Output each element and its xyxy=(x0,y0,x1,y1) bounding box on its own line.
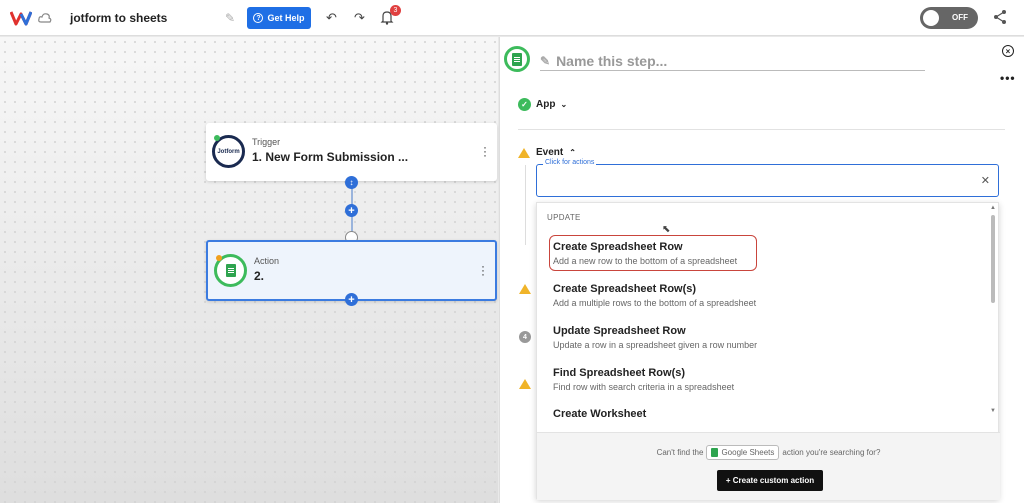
app-logo-icon[interactable] xyxy=(10,10,32,26)
action-search-input[interactable]: Click for actions ✕ xyxy=(536,159,999,197)
cant-find-text: Can't find the Google Sheets action you'… xyxy=(537,445,1000,460)
action-option-update-row[interactable]: Update Spreadsheet Row Update a row in a… xyxy=(553,325,757,350)
option-subtitle: Find row with search criteria in a sprea… xyxy=(553,382,735,392)
action-type-label: Action xyxy=(254,256,280,266)
warning-dot xyxy=(216,255,222,261)
app-chip-label: Google Sheets xyxy=(721,448,775,457)
trigger-type-label: Trigger xyxy=(252,137,281,147)
app-section-toggle[interactable]: ✓ App ⌄ xyxy=(518,98,567,111)
toggle-knob xyxy=(923,10,939,26)
workflow-toggle[interactable]: OFF xyxy=(920,7,978,29)
action-input-label: Click for actions xyxy=(543,159,597,166)
add-step-button[interactable]: + xyxy=(345,204,358,217)
option-title: Create Spreadsheet Row xyxy=(553,241,683,253)
step-config-panel: ✎ Name this step... × ••• ✓ App ⌄ Event … xyxy=(499,37,1024,503)
action-title: 2. xyxy=(254,269,265,283)
create-custom-action-button[interactable]: + Create custom action xyxy=(717,470,823,491)
trigger-title: 1. New Form Submission ... xyxy=(252,150,409,164)
option-title: Create Worksheet xyxy=(553,408,647,420)
drag-handle-icon[interactable]: ↕ xyxy=(345,176,358,189)
chevron-up-icon: ⌃ xyxy=(569,148,576,157)
event-section-label: Event xyxy=(536,147,564,158)
cant-find-prefix: Can't find the xyxy=(656,448,704,457)
mouse-cursor-icon: ⬉ xyxy=(662,224,671,235)
option-subtitle: Add a multiple rows to the bottom of a s… xyxy=(553,298,757,308)
edit-title-icon[interactable]: ✎ xyxy=(225,11,235,25)
trigger-card[interactable]: Jotform Trigger 1. New Form Submission .… xyxy=(206,123,497,181)
toggle-label: OFF xyxy=(952,13,968,22)
google-sheets-chip: Google Sheets xyxy=(706,445,780,460)
check-circle-icon: ✓ xyxy=(518,98,531,111)
action-option-create-worksheet[interactable]: Create Worksheet xyxy=(553,408,646,420)
dropdown-footer: Can't find the Google Sheets action you'… xyxy=(537,432,1000,500)
cant-find-suffix: action you're searching for? xyxy=(782,448,881,457)
step-name-input[interactable]: ✎ Name this step... xyxy=(540,51,925,71)
share-icon[interactable] xyxy=(992,9,1008,25)
option-title: Create Spreadsheet Row(s) xyxy=(553,283,697,295)
scroll-down-icon[interactable]: ▼ xyxy=(990,408,996,414)
warning-icon xyxy=(519,284,531,294)
clear-icon[interactable]: ✕ xyxy=(981,174,990,187)
option-title: Find Spreadsheet Row(s) xyxy=(553,367,686,379)
pencil-icon: ✎ xyxy=(540,53,551,68)
step-name-placeholder: Name this step... xyxy=(556,52,668,69)
top-bar: jotform to sheets ✎ ? Get Help ↶ ↷ 3 OFF xyxy=(0,0,1024,36)
dropdown-section-label: UPDATE xyxy=(547,213,581,222)
scrollbar-thumb[interactable] xyxy=(991,215,995,303)
action-option-create-row[interactable]: Create Spreadsheet Row Add a new row to … xyxy=(553,241,737,266)
google-sheets-mini-icon xyxy=(711,448,719,457)
option-title: Update Spreadsheet Row xyxy=(553,325,686,337)
scroll-up-icon[interactable]: ▲ xyxy=(990,205,996,211)
status-dot xyxy=(214,135,220,141)
google-sheets-badge-icon xyxy=(504,46,530,72)
divider xyxy=(518,129,1005,130)
close-panel-icon[interactable]: × xyxy=(1002,45,1014,57)
workflow-title[interactable]: jotform to sheets xyxy=(70,11,167,25)
option-subtitle: Update a row in a spreadsheet given a ro… xyxy=(553,340,758,350)
action-option-find-rows[interactable]: Find Spreadsheet Row(s) Find row with se… xyxy=(553,367,734,392)
event-section-toggle[interactable]: Event ⌃ xyxy=(518,147,576,158)
notification-badge: 3 xyxy=(390,5,401,16)
trigger-menu-icon[interactable]: · · · xyxy=(483,141,487,161)
get-help-button[interactable]: ? Get Help xyxy=(247,7,311,29)
action-menu-icon[interactable]: · · · xyxy=(481,260,485,280)
jotform-logo-text: Jotform xyxy=(217,148,240,155)
warning-icon xyxy=(518,147,530,158)
action-dropdown: UPDATE Create Spreadsheet Row Add a new … xyxy=(536,202,1000,500)
redo-icon[interactable]: ↷ xyxy=(354,10,365,26)
step-number-badge: 4 xyxy=(519,331,531,343)
action-card[interactable]: Action 2. · · · xyxy=(206,240,497,301)
undo-icon[interactable]: ↶ xyxy=(326,10,337,26)
action-option-create-rows[interactable]: Create Spreadsheet Row(s) Add a multiple… xyxy=(553,283,756,308)
section-line xyxy=(525,165,526,245)
option-subtitle: Add a new row to the bottom of a spreads… xyxy=(553,256,738,266)
cloud-icon xyxy=(38,13,52,23)
add-step-bottom-button[interactable]: + xyxy=(345,293,358,306)
warning-icon xyxy=(519,379,531,389)
get-help-label: Get Help xyxy=(267,13,305,23)
panel-menu-icon[interactable]: ••• xyxy=(1000,71,1016,85)
app-section-label: App xyxy=(536,99,556,110)
question-icon: ? xyxy=(253,13,264,23)
chevron-down-icon: ⌄ xyxy=(560,100,568,109)
